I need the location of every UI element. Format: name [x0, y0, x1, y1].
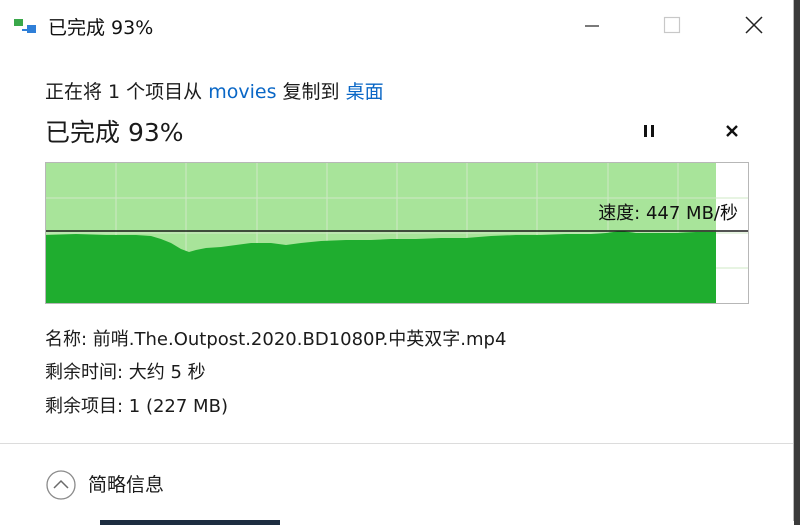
title-bar: 已完成 93% [0, 0, 793, 50]
background-window-edge [794, 0, 800, 525]
chevron-up-circle-icon [46, 470, 76, 500]
fewer-details-button[interactable] [45, 469, 77, 501]
maximize-button[interactable] [645, 0, 699, 50]
window-title: 已完成 93% [48, 17, 154, 39]
close-icon [745, 16, 763, 34]
close-button[interactable] [727, 0, 781, 50]
speed-label: 速度: 447 MB/秒 [598, 203, 738, 224]
progress-headline: 已完成 93% [45, 118, 184, 147]
copy-middle: 复制到 [276, 81, 346, 103]
speed-area [46, 231, 716, 303]
pause-button[interactable] [633, 115, 665, 147]
items-remaining-line: 剩余项目: 1 (227 MB) [45, 396, 228, 417]
cancel-icon [726, 125, 738, 137]
taskbar-edge [100, 520, 280, 525]
maximize-icon [663, 16, 681, 34]
source-folder-link[interactable]: movies [208, 81, 276, 103]
transfer-speed-graph: 速度: 447 MB/秒 [45, 162, 749, 304]
cancel-button[interactable] [716, 115, 748, 147]
speed-graph-canvas [46, 163, 748, 303]
file-name-line: 名称: 前哨.The.Outpost.2020.BD1080P.中英双字.mp4 [45, 329, 507, 350]
minimize-icon [585, 25, 599, 27]
copy-progress-dialog: 已完成 93% 正在将 1 个项目从 movies 复制到 桌面 已完成 93% [0, 0, 794, 521]
pause-icon [644, 125, 654, 137]
fewer-details-label[interactable]: 简略信息 [88, 470, 164, 497]
copy-prefix: 正在将 1 个项目从 [45, 81, 209, 103]
minimize-button[interactable] [565, 0, 619, 50]
copy-description: 正在将 1 个项目从 movies 复制到 桌面 [45, 77, 384, 104]
time-remaining-line: 剩余时间: 大约 5 秒 [45, 362, 206, 383]
copy-files-icon [14, 17, 38, 35]
destination-folder-link[interactable]: 桌面 [346, 81, 384, 103]
